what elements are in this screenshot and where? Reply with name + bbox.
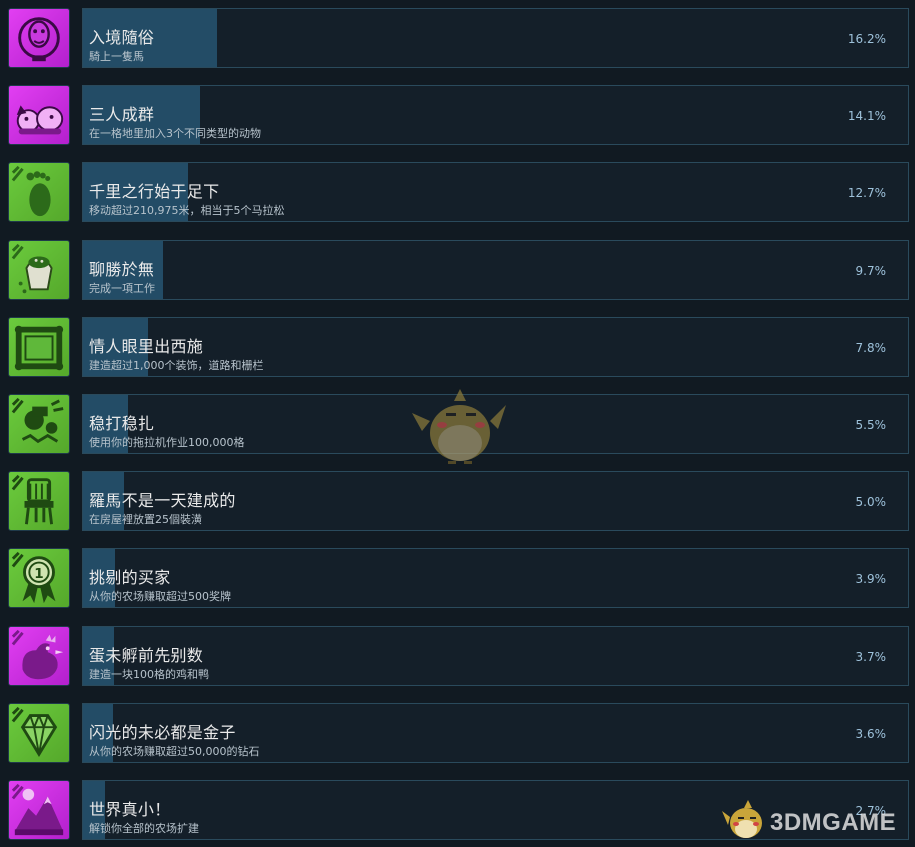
- unlock-percentage: 14.1%: [847, 109, 886, 124]
- unlock-percentage: 3.7%: [855, 649, 887, 664]
- achievement-panel: 千里之行始于足下移动超过210,975米，相当于5个马拉松 12.7%: [82, 162, 909, 223]
- chair-icon: [8, 471, 70, 532]
- achievement-title: 聊勝於無: [89, 259, 155, 279]
- achievement-row: 蛋未孵前先别数建造一块100格的鸡和鸭 3.7%: [0, 624, 915, 688]
- farm-animals-icon: [8, 85, 70, 146]
- achievement-title: 挑剔的买家: [89, 568, 171, 588]
- achievement-title: 情人眼里出西施: [89, 336, 204, 356]
- achievement-panel: 稳打稳扎使用你的拖拉机作业100,000格 5.5%: [82, 394, 909, 454]
- achievement-panel: 蛋未孵前先别数建造一块100格的鸡和鸭 3.7%: [82, 625, 909, 686]
- achievement-title: 世界真小！: [89, 800, 171, 819]
- achievement-title: 千里之行始于足下: [89, 182, 220, 202]
- unlock-percentage: 5.0%: [855, 495, 887, 510]
- achievement-row: 聊勝於無完成一項工作 9.7%: [0, 238, 915, 302]
- achievement-description: 从你的农场赚取超过500奖牌: [89, 590, 231, 604]
- achievement-panel: 挑剔的买家从你的农场赚取超过500奖牌 3.9%: [82, 548, 909, 609]
- achievement-row: 羅馬不是一天建成的在房屋裡放置25個裝潢 5.0%: [0, 469, 915, 533]
- achievement-panel: 聊勝於無完成一項工作 9.7%: [82, 239, 909, 300]
- horse-knocker-icon: [8, 8, 70, 68]
- achievement-title: 入境隨俗: [89, 28, 155, 47]
- achievement-description: 从你的农场赚取超过50,000的钻石: [89, 744, 260, 758]
- unlock-percentage: 5.5%: [855, 418, 887, 432]
- achievement-description: 在房屋裡放置25個裝潢: [89, 513, 202, 527]
- achievement-description: 在一格地里加入3个不同类型的动物: [89, 127, 261, 141]
- achievement-panel: 世界真小！ 解锁你全部的农场扩建 2.7%: [82, 780, 909, 840]
- achievement-row: 1 挑剔的买家从你的农场赚取超过500奖牌 3.9%: [0, 546, 915, 610]
- achievement-description: 建造超过1,000个装饰，道路和栅栏: [89, 358, 264, 372]
- unlock-percentage: 12.7%: [847, 186, 886, 201]
- achievement-panel: 情人眼里出西施建造超过1,000个装饰，道路和栅栏 7.8%: [82, 316, 909, 377]
- achievement-title: 稳打稳扎: [89, 414, 155, 433]
- achievement-title: 三人成群: [89, 105, 155, 125]
- achievement-row: 稳打稳扎使用你的拖拉机作业100,000格 5.5%: [0, 392, 915, 456]
- rooster-icon: [8, 625, 70, 686]
- unlock-percentage: 9.7%: [855, 263, 887, 278]
- diamond-icon: [8, 702, 70, 763]
- footprint-icon: [8, 162, 70, 223]
- achievement-row: 千里之行始于足下移动超过210,975米，相当于5个马拉松 12.7%: [0, 160, 915, 224]
- tractor-crash-icon: [8, 394, 70, 454]
- achievement-row: 闪光的未必都是金子从你的农场赚取超过50,000的钻石 3.6%: [0, 701, 915, 765]
- achievement-panel: 羅馬不是一天建成的在房屋裡放置25個裝潢 5.0%: [82, 471, 909, 532]
- unlock-percentage: 16.2%: [847, 32, 886, 46]
- achievement-panel: 三人成群在一格地里加入3个不同类型的动物 14.1%: [82, 85, 909, 146]
- achievement-description: 騎上一隻馬: [89, 50, 144, 63]
- achievement-description: 移动超过210,975米，相当于5个马拉松: [89, 204, 285, 218]
- unlock-percentage: 7.8%: [855, 340, 887, 355]
- mountain-icon: [8, 780, 70, 840]
- achievement-row: 世界真小！ 解锁你全部的农场扩建 2.7%: [0, 778, 915, 842]
- achievement-description: 完成一項工作: [89, 281, 155, 295]
- achievement-title: 羅馬不是一天建成的: [89, 491, 236, 511]
- achievement-description: 建造一块100格的鸡和鸭: [89, 667, 209, 681]
- achievement-row: 入境隨俗騎上一隻馬 16.2%: [0, 6, 915, 70]
- unlock-percentage: 3.6%: [855, 726, 887, 741]
- picture-frame-icon: [8, 316, 70, 377]
- achievement-panel: 闪光的未必都是金子从你的农场赚取超过50,000的钻石 3.6%: [82, 702, 909, 763]
- unlock-percentage: 2.7%: [855, 804, 887, 818]
- svg-text:1: 1: [34, 566, 43, 582]
- achievement-description: 解锁你全部的农场扩建: [89, 822, 199, 835]
- achievement-description: 使用你的拖拉机作业100,000格: [89, 436, 245, 449]
- unlock-percentage: 3.9%: [855, 572, 887, 587]
- salt-shaker-icon: [8, 239, 70, 300]
- achievement-row: 三人成群在一格地里加入3个不同类型的动物 14.1%: [0, 83, 915, 147]
- achievement-panel: 入境隨俗騎上一隻馬 16.2%: [82, 8, 909, 68]
- medal-icon: 1: [8, 548, 70, 609]
- achievement-title: 闪光的未必都是金子: [89, 722, 236, 742]
- achievement-title: 蛋未孵前先别数: [89, 645, 204, 665]
- achievement-list: 入境隨俗騎上一隻馬 16.2% 三人成群在一格地里加入3个不同类型的动物 14.1% 千…: [0, 0, 915, 847]
- achievement-row: 情人眼里出西施建造超过1,000个装饰，道路和栅栏 7.8%: [0, 315, 915, 379]
